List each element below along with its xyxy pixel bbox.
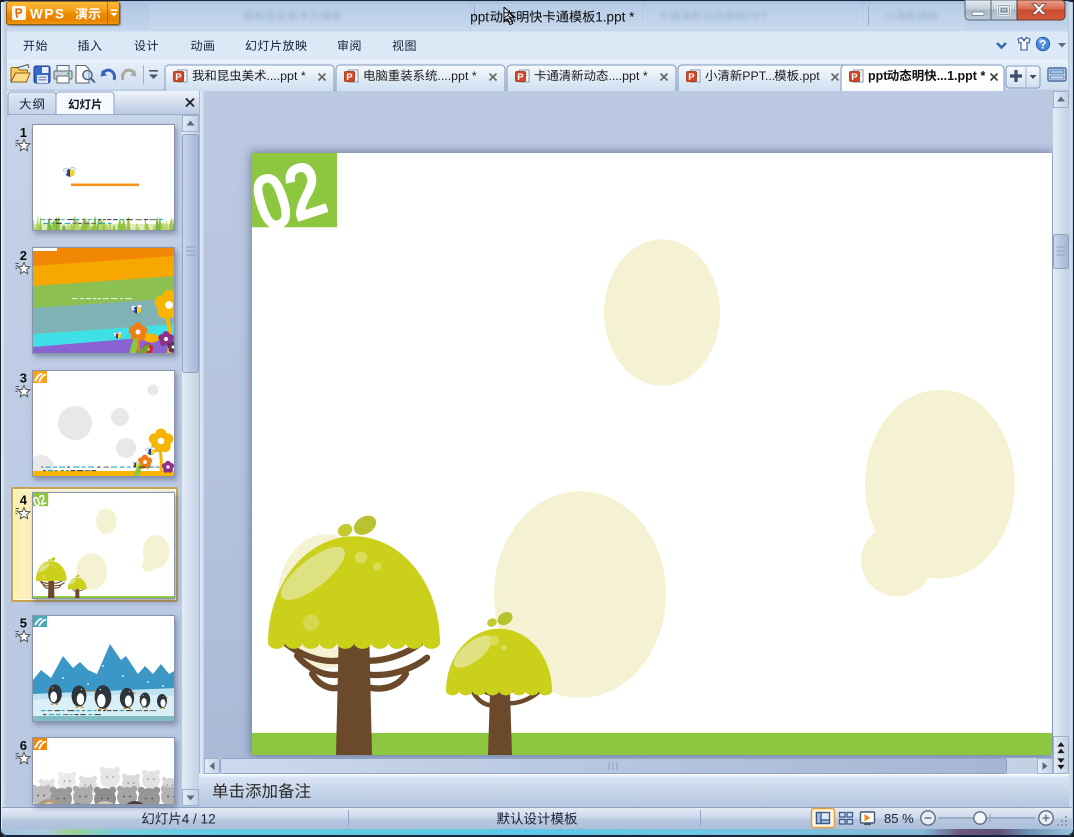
svg-text:2: 2 (20, 248, 27, 263)
svg-text:....ppt *: ....ppt * (608, 69, 647, 83)
svg-text:1.ppt *: 1.ppt * (595, 10, 635, 25)
svg-text:...1.ppt *: ...1.ppt * (937, 69, 986, 83)
svg-text:.ppt: .ppt (799, 69, 820, 83)
svg-text:WPS: WPS (30, 7, 66, 22)
svg-text:....ppt *: ....ppt * (266, 69, 305, 83)
svg-text:5: 5 (20, 616, 27, 631)
svg-text:85 %: 85 % (884, 811, 914, 826)
svg-text:3: 3 (20, 371, 27, 386)
svg-text:....ppt *: ....ppt * (437, 69, 476, 83)
svg-text:ppt: ppt (470, 10, 489, 25)
svg-text:PPT...: PPT... (742, 69, 775, 83)
svg-text:4 / 12: 4 / 12 (182, 812, 216, 827)
svg-text:6: 6 (20, 738, 27, 753)
svg-text:1: 1 (20, 125, 27, 140)
svg-text:4: 4 (20, 493, 28, 508)
svg-text:ppt: ppt (868, 69, 888, 83)
